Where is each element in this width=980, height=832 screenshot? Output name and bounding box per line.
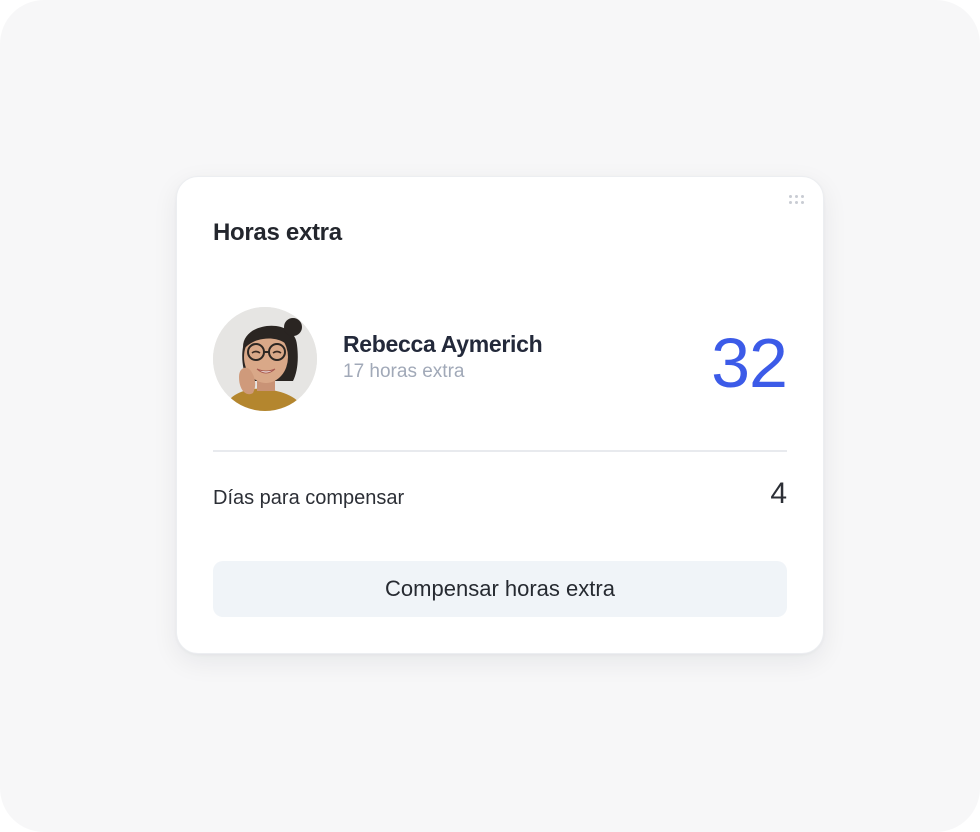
- employee-name: Rebecca Aymerich: [343, 331, 543, 357]
- compensate-overtime-button[interactable]: Compensar horas extra: [213, 561, 787, 617]
- divider: [213, 450, 787, 452]
- widget-title: Horas extra: [213, 219, 342, 246]
- overtime-total-value: 32: [711, 324, 788, 402]
- page-background: Horas extra Rebecca Aymerich 17 horas ex…: [0, 0, 980, 832]
- avatar: [213, 307, 317, 411]
- drag-dots-icon[interactable]: [789, 195, 805, 205]
- compensation-days-label: Días para compensar: [213, 487, 405, 509]
- overtime-widget-card: Horas extra Rebecca Aymerich 17 horas ex…: [176, 176, 824, 654]
- employee-overtime-hours: 17 horas extra: [343, 361, 465, 382]
- compensation-days-value: 4: [770, 477, 787, 510]
